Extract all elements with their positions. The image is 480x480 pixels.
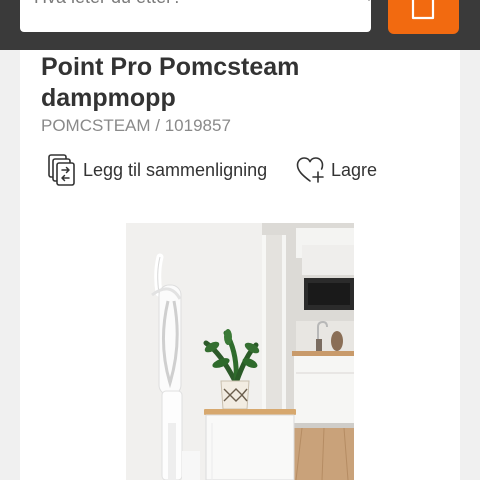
top-header: Hva leter du etter? xyxy=(0,0,480,50)
heart-plus-icon xyxy=(296,157,324,183)
search-icon[interactable] xyxy=(336,0,376,10)
product-title: Point Pro Pomcsteam dampmopp xyxy=(41,53,300,112)
compare-icon xyxy=(48,154,75,186)
save-label: Lagre xyxy=(331,159,378,180)
search-box[interactable]: Hva leter du etter? xyxy=(20,0,371,32)
search-input[interactable]: Hva leter du etter? xyxy=(34,0,182,8)
product-photo[interactable] xyxy=(126,223,354,480)
compare-label: Legg til sammenligning xyxy=(83,159,268,180)
product-photo-scene xyxy=(126,223,354,480)
cart-icon xyxy=(411,0,435,20)
compare-button[interactable]: Legg til sammenligning xyxy=(47,151,282,189)
product-brand-sku: POMCSTEAM / 1019857 xyxy=(41,116,231,135)
cart-button[interactable] xyxy=(388,0,459,34)
save-button[interactable]: Lagre xyxy=(296,153,406,187)
product-card: Point Pro Pomcsteam dampmopp POMCSTEAM /… xyxy=(20,50,460,480)
